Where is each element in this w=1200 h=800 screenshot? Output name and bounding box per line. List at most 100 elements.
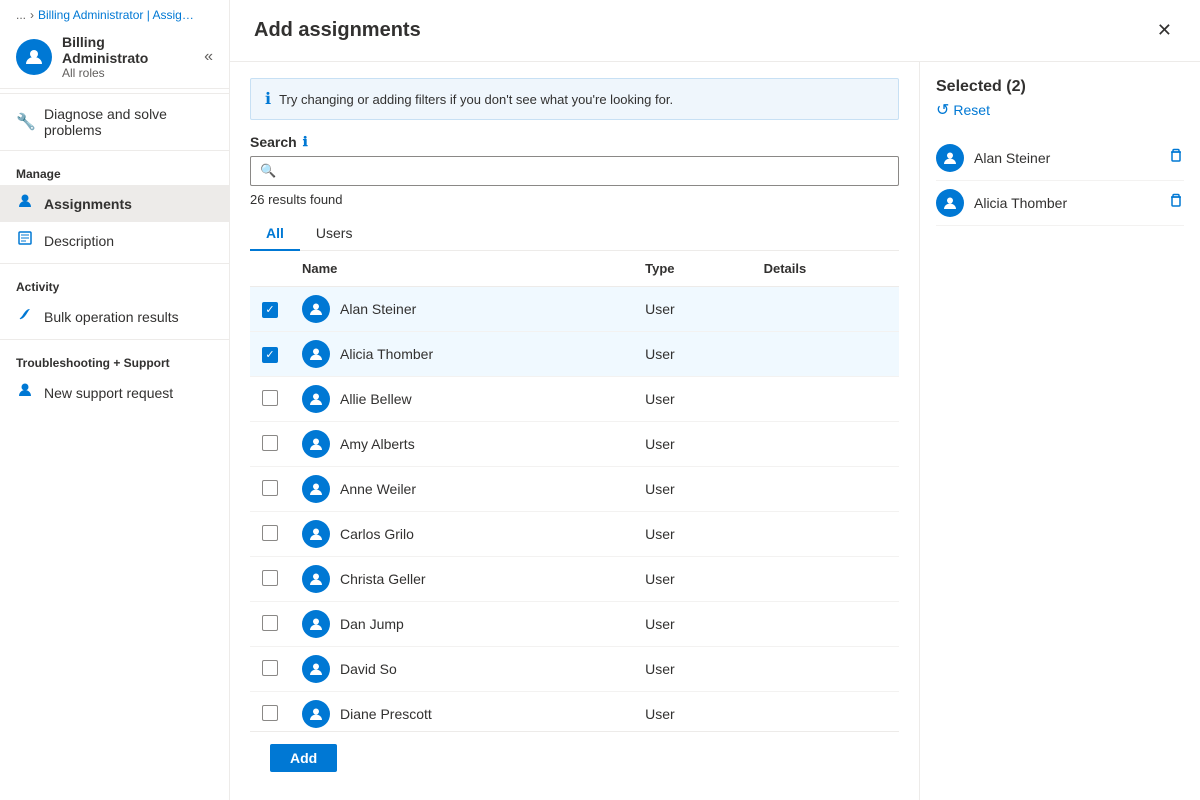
table-row[interactable]: ✓ Alan Steiner User [250, 287, 899, 332]
selected-item: Alicia Thomber [936, 181, 1184, 226]
checkbox-cell[interactable] [250, 692, 290, 732]
checkbox-checked[interactable]: ✓ [262, 347, 278, 363]
col-checkbox [250, 251, 290, 287]
breadcrumb-more[interactable]: ... [16, 8, 26, 22]
sidebar-item-label: New support request [44, 385, 173, 401]
search-info-icon[interactable]: ℹ [303, 134, 308, 150]
activity-section-label: Activity [0, 268, 229, 298]
selected-user-avatar [936, 189, 964, 217]
close-button[interactable]: ✕ [1153, 16, 1176, 45]
table-row[interactable]: ✓ Alicia Thomber User [250, 332, 899, 377]
user-avatar [302, 385, 330, 413]
user-name: Allie Bellew [340, 391, 412, 407]
table-row[interactable]: Dan Jump User [250, 602, 899, 647]
tabs: All Users [250, 217, 899, 251]
details-cell [752, 647, 899, 692]
checkbox-cell[interactable] [250, 377, 290, 422]
col-details: Details [752, 251, 899, 287]
search-label-text: Search [250, 134, 297, 150]
checkbox-cell[interactable] [250, 602, 290, 647]
user-name: Alan Steiner [340, 301, 416, 317]
search-input[interactable] [250, 156, 899, 186]
table-row[interactable]: David So User [250, 647, 899, 692]
name-cell: Dan Jump [290, 602, 633, 647]
delete-icon[interactable] [1168, 193, 1184, 214]
delete-icon[interactable] [1168, 148, 1184, 169]
troubleshooting-section-label: Troubleshooting + Support [0, 344, 229, 374]
breadcrumb-separator: › [30, 8, 34, 22]
sidebar-item-bulk-operation[interactable]: Bulk operation results [0, 298, 229, 335]
user-avatar [302, 430, 330, 458]
user-avatar [302, 700, 330, 728]
sidebar-subtitle: All roles [62, 66, 194, 80]
tab-all[interactable]: All [250, 217, 300, 251]
description-icon [16, 230, 34, 251]
modal-title: Add assignments [254, 19, 421, 42]
details-cell [752, 692, 899, 732]
details-cell [752, 512, 899, 557]
name-cell: Amy Alberts [290, 422, 633, 467]
type-cell: User [633, 647, 751, 692]
search-label: Search ℹ [250, 134, 899, 150]
user-name: Amy Alberts [340, 436, 415, 452]
sidebar-item-diagnose[interactable]: 🔧 Diagnose and solve problems [0, 98, 229, 146]
checkbox-unchecked[interactable] [262, 435, 278, 451]
checkbox-cell[interactable] [250, 467, 290, 512]
checkbox-unchecked[interactable] [262, 660, 278, 676]
sidebar-item-label: Assignments [44, 196, 132, 212]
tab-users[interactable]: Users [300, 217, 369, 251]
checkbox-cell[interactable]: ✓ [250, 287, 290, 332]
info-icon: ℹ [265, 89, 271, 109]
checkbox-unchecked[interactable] [262, 705, 278, 721]
details-cell [752, 422, 899, 467]
type-cell: User [633, 512, 751, 557]
user-avatar [302, 295, 330, 323]
collapse-button[interactable]: « [204, 48, 213, 66]
details-cell [752, 467, 899, 512]
selected-item-name: Alicia Thomber [974, 195, 1158, 211]
table-row[interactable]: Anne Weiler User [250, 467, 899, 512]
reset-label: Reset [953, 102, 990, 118]
checkbox-cell[interactable] [250, 647, 290, 692]
checkbox-cell[interactable] [250, 422, 290, 467]
checkbox-cell[interactable] [250, 557, 290, 602]
sidebar-item-new-support[interactable]: New support request [0, 374, 229, 411]
add-button[interactable]: Add [270, 744, 337, 772]
sidebar-item-label: Bulk operation results [44, 309, 179, 325]
divider [0, 93, 229, 94]
table-row[interactable]: Christa Geller User [250, 557, 899, 602]
divider [0, 339, 229, 340]
breadcrumb-link[interactable]: Billing Administrator | Assignme [38, 8, 198, 22]
checkbox-cell[interactable] [250, 512, 290, 557]
checkbox-unchecked[interactable] [262, 480, 278, 496]
selected-list: Alan Steiner Alicia Thomber [936, 136, 1184, 226]
sidebar-item-assignments[interactable]: Assignments [0, 185, 229, 222]
sidebar-item-label: Diagnose and solve problems [44, 106, 213, 138]
sidebar-item-description[interactable]: Description [0, 222, 229, 259]
details-cell [752, 287, 899, 332]
name-cell: Alicia Thomber [290, 332, 633, 377]
table-row[interactable]: Allie Bellew User [250, 377, 899, 422]
name-cell: David So [290, 647, 633, 692]
checkbox-unchecked[interactable] [262, 615, 278, 631]
user-name: David So [340, 661, 397, 677]
checkbox-checked[interactable]: ✓ [262, 302, 278, 318]
table-row[interactable]: Amy Alberts User [250, 422, 899, 467]
name-cell: Anne Weiler [290, 467, 633, 512]
col-name: Name [290, 251, 633, 287]
user-name: Diane Prescott [340, 706, 432, 722]
checkbox-unchecked[interactable] [262, 390, 278, 406]
table-row[interactable]: Carlos Grilo User [250, 512, 899, 557]
table-row[interactable]: Diane Prescott User [250, 692, 899, 732]
reset-button[interactable]: ↺ Reset [936, 100, 1184, 120]
checkbox-unchecked[interactable] [262, 525, 278, 541]
checkbox-cell[interactable]: ✓ [250, 332, 290, 377]
sidebar-item-label: Description [44, 233, 114, 249]
modal-footer: Add [250, 731, 899, 784]
table-header-row: Name Type Details [250, 251, 899, 287]
leaf-icon [16, 306, 34, 327]
divider [0, 150, 229, 151]
add-assignments-modal: Add assignments ✕ ℹ Try changing or addi… [230, 0, 1200, 800]
checkbox-unchecked[interactable] [262, 570, 278, 586]
user-name: Dan Jump [340, 616, 404, 632]
